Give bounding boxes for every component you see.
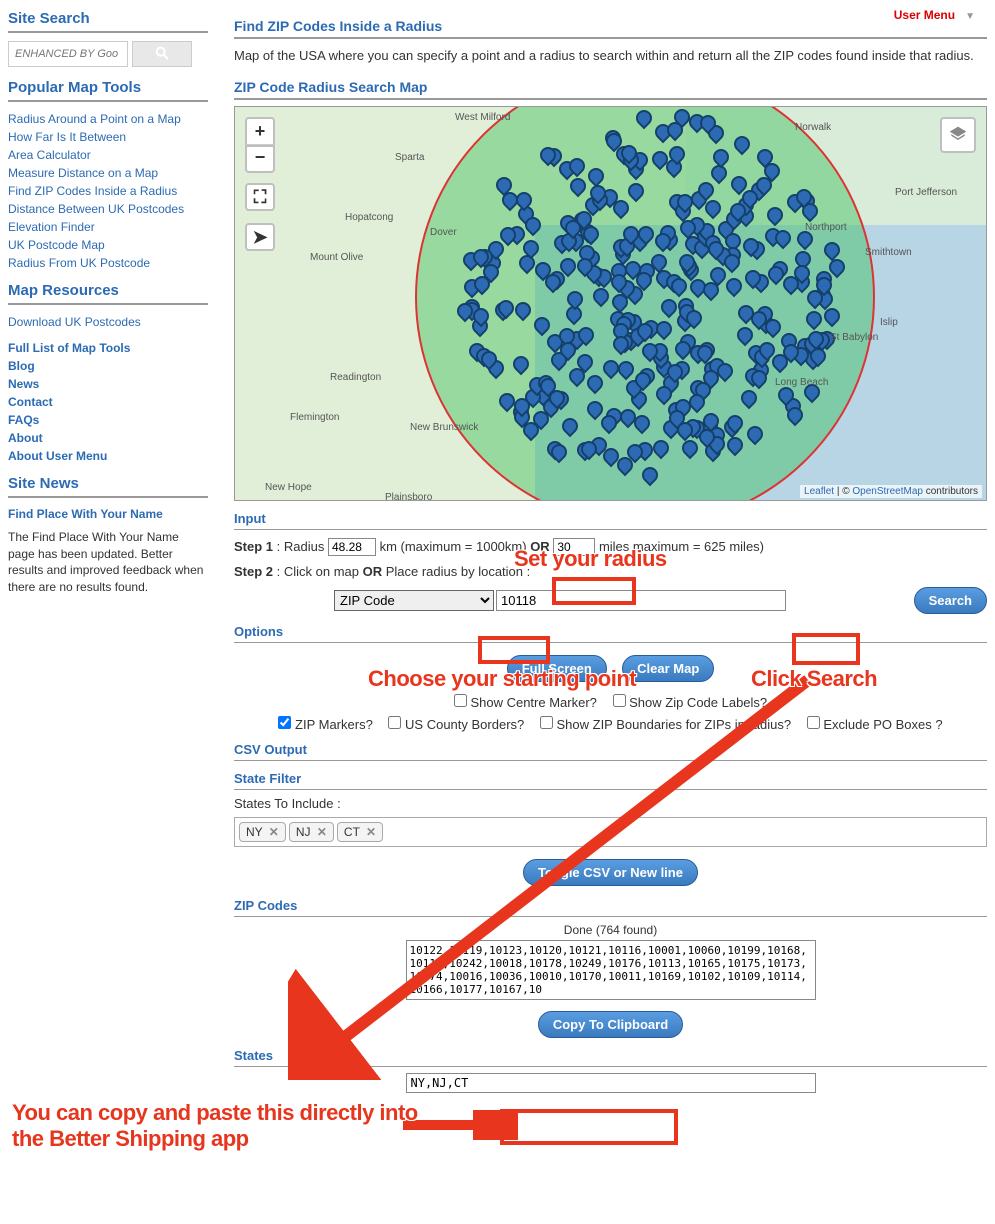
zip-codes-title: ZIP Codes — [234, 898, 987, 917]
fullscreen-icon[interactable]: ⛶ — [245, 183, 275, 211]
layers-icon[interactable] — [940, 117, 976, 153]
zip-boundaries-checkbox[interactable]: Show ZIP Boundaries for ZIPs in radius? — [540, 717, 791, 732]
arrow-short — [398, 1110, 518, 1140]
toggle-csv-button[interactable]: Toggle CSV or New line — [523, 859, 698, 886]
zip-markers-checkbox[interactable]: ZIP Markers? — [278, 717, 372, 732]
annotation-copy-paste: You can copy and paste this directly int… — [12, 1100, 418, 1153]
show-labels-checkbox[interactable]: Show Zip Code Labels? — [613, 695, 768, 710]
zoom-in-button[interactable]: + — [245, 117, 275, 145]
page-title: Find ZIP Codes Inside a Radius — [234, 18, 987, 39]
main-content: Find ZIP Codes Inside a Radius Map of th… — [218, 0, 987, 1093]
site-search-title: Site Search — [8, 10, 208, 33]
sidebar-link[interactable]: Radius Around a Point on a Map — [8, 112, 181, 126]
step-2: Step 2 : Click on map OR Place radius by… — [234, 564, 987, 579]
state-chip[interactable]: CT ✕ — [337, 822, 383, 842]
sidebar: Site Search Popular Map Tools Radius Aro… — [8, 0, 218, 1093]
site-news-title: Site News — [8, 475, 208, 498]
sidebar-link[interactable]: Area Calculator — [8, 148, 91, 162]
map-section-title: ZIP Code Radius Search Map — [234, 79, 987, 100]
state-chip[interactable]: NY ✕ — [239, 822, 286, 842]
leaflet-link[interactable]: Leaflet — [804, 486, 834, 497]
copy-clipboard-button[interactable]: Copy To Clipboard — [538, 1011, 683, 1038]
state-chip[interactable]: NJ ✕ — [289, 822, 334, 842]
full-screen-button[interactable]: Full Screen — [507, 655, 607, 682]
popular-tools-title: Popular Map Tools — [8, 79, 208, 102]
csv-output-title: CSV Output — [234, 742, 987, 761]
step-1: Step 1 : Radius km (maximum = 1000km) OR… — [234, 538, 987, 556]
radius-miles-input[interactable] — [553, 538, 595, 556]
input-section-title: Input — [234, 511, 987, 530]
sidebar-link[interactable]: Measure Distance on a Map — [8, 166, 158, 180]
states-output-title: States — [234, 1048, 987, 1067]
sidebar-link[interactable]: About User Menu — [8, 449, 107, 463]
sidebar-link[interactable]: Full List of Map Tools — [8, 341, 130, 355]
map-attribution: Leaflet | © OpenStreetMap contributors — [800, 485, 982, 498]
sidebar-link[interactable]: News — [8, 377, 39, 391]
news-link[interactable]: Find Place With Your Name — [8, 506, 208, 523]
states-output[interactable] — [406, 1073, 816, 1093]
search-input[interactable] — [8, 41, 128, 67]
osm-link[interactable]: OpenStreetMap — [852, 486, 923, 497]
done-count: Done (764 found) — [234, 923, 987, 937]
sidebar-link[interactable]: How Far Is It Between — [8, 130, 126, 144]
map-place-label: Port Jefferson — [895, 187, 957, 198]
zoom-out-button[interactable]: − — [245, 145, 275, 173]
remove-chip-icon[interactable]: ✕ — [317, 825, 327, 839]
sidebar-link[interactable]: Distance Between UK Postcodes — [8, 202, 184, 216]
map-resources-title: Map Resources — [8, 282, 208, 305]
sidebar-link[interactable]: Elevation Finder — [8, 220, 95, 234]
remove-chip-icon[interactable]: ✕ — [366, 825, 376, 839]
sidebar-link[interactable]: Radius From UK Postcode — [8, 256, 150, 270]
locate-icon[interactable]: ➤ — [245, 223, 275, 251]
states-include-label: States To Include : — [234, 796, 987, 811]
sidebar-link[interactable]: Find ZIP Codes Inside a Radius — [8, 184, 177, 198]
exclude-po-checkbox[interactable]: Exclude PO Boxes ? — [807, 717, 943, 732]
search-submit-button[interactable] — [132, 41, 192, 67]
clear-map-button[interactable]: Clear Map — [622, 655, 714, 682]
sidebar-link[interactable]: FAQs — [8, 413, 39, 427]
map[interactable]: West MilfordNorwalkSpartaHopatcongDoverM… — [234, 106, 987, 501]
sidebar-link[interactable]: Contact — [8, 395, 53, 409]
options-section-title: Options — [234, 624, 987, 643]
page-description: Map of the USA where you can specify a p… — [234, 47, 987, 65]
news-text: The Find Place With Your Name page has b… — [8, 530, 203, 594]
county-borders-checkbox[interactable]: US County Borders? — [388, 717, 524, 732]
search-button[interactable]: Search — [914, 587, 987, 614]
state-chip-box[interactable]: NY ✕NJ ✕CT ✕ — [234, 817, 987, 847]
state-filter-title: State Filter — [234, 771, 987, 790]
zip-output-textarea[interactable]: 10122,10119,10123,10120,10121,10116,1000… — [406, 940, 816, 1000]
sidebar-link[interactable]: About — [8, 431, 43, 445]
location-input[interactable] — [496, 590, 786, 611]
redbox-copy — [500, 1109, 678, 1145]
show-centre-checkbox[interactable]: Show Centre Marker? — [454, 695, 597, 710]
sidebar-link[interactable]: Download UK Postcodes — [8, 315, 141, 329]
location-type-select[interactable]: ZIP Code — [334, 590, 494, 611]
sidebar-link[interactable]: Blog — [8, 359, 35, 373]
radius-km-input[interactable] — [328, 538, 376, 556]
remove-chip-icon[interactable]: ✕ — [269, 825, 279, 839]
sidebar-link[interactable]: UK Postcode Map — [8, 238, 105, 252]
